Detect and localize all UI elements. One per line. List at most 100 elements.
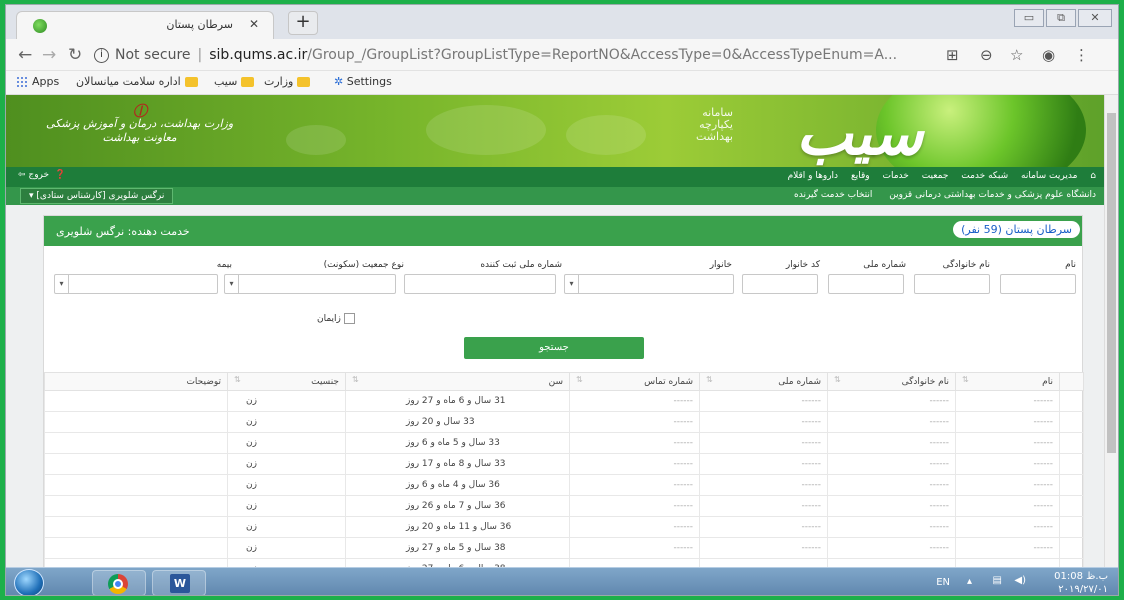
info-icon[interactable]: i xyxy=(94,47,109,63)
address-bar[interactable]: i Not secure | sib.qums.ac.ir/Group_/GroupL… xyxy=(94,44,934,66)
menu-item[interactable]: خدمات xyxy=(883,171,909,181)
sort-icon[interactable]: ⇅ xyxy=(834,375,841,384)
university-selector[interactable]: دانشگاه علوم پزشکی و خدمات بهداشتی درمان… xyxy=(889,190,1096,200)
national-id-input[interactable] xyxy=(828,274,904,294)
tab-title: سرطان پستان xyxy=(166,18,233,31)
column-header[interactable]: توضیحات xyxy=(44,372,228,391)
clock[interactable]: 01:08 ب.ظ ۲۰۱۹/۲۷/۰۱ xyxy=(1036,570,1108,595)
table-row[interactable]: ------------------------38 سال و 6 ماه و… xyxy=(44,558,1084,567)
close-window-button[interactable]: ✕ xyxy=(1078,9,1112,27)
childbirth-checkbox[interactable]: زایمان xyxy=(317,313,355,324)
main-menu: ⌂ مدیریت سامانه شبکه خدمت جمعیت خدمات وق… xyxy=(6,167,1106,187)
restore-button[interactable]: ⧉ xyxy=(1046,9,1076,27)
translate-icon[interactable]: ⊞ xyxy=(946,46,959,64)
column-header[interactable]: نام خانوادگی ⇅ xyxy=(827,372,956,391)
column-header[interactable]: نام ⇅ xyxy=(955,372,1060,391)
name-input[interactable] xyxy=(1000,274,1076,294)
ministry-logo: ⦶ وزارت بهداشت، درمان و آموزش پزشکی معاو… xyxy=(46,98,234,144)
profile-icon[interactable]: ◉ xyxy=(1042,46,1055,64)
home-icon[interactable]: ⌂ xyxy=(1090,171,1096,181)
taskbar-word-button[interactable]: W xyxy=(152,570,206,595)
sort-icon[interactable]: ⇅ xyxy=(706,375,713,384)
age-cell: 33 سال و 20 روز xyxy=(345,411,570,433)
household-code-input[interactable] xyxy=(742,274,818,294)
column-header[interactable]: سن ⇅ xyxy=(345,372,570,391)
volume-icon[interactable]: ◀) xyxy=(1014,575,1026,586)
search-button[interactable]: جستجو xyxy=(464,337,644,359)
row-select-cell xyxy=(1059,453,1084,475)
phone-cell: ------ xyxy=(569,453,700,475)
user-role-selector[interactable]: نرگس شلویری [کارشناس ستادی] ▾ xyxy=(20,188,174,204)
bookmark-item[interactable]: اداره سلامت میانسالان xyxy=(76,75,198,88)
new-tab-button[interactable]: + xyxy=(288,11,318,35)
table-row[interactable]: ------ ------ ------ ------ 33 سال و 8 ماه و… xyxy=(44,453,1084,475)
age-cell: 38 سال و 6 ماه و 27 روز xyxy=(345,558,570,567)
select-provider-link[interactable]: انتخاب خدمت گیرنده xyxy=(794,190,872,200)
table-row[interactable]: ------ ------ ------ ------ 33 سال و 5 ماه و… xyxy=(44,432,1084,454)
provider-label: خدمت دهنده: نرگس شلویری xyxy=(56,225,190,238)
column-header[interactable]: شماره تماس ⇅ xyxy=(569,372,700,391)
taskbar-chrome-button[interactable] xyxy=(92,570,146,595)
help-icon[interactable]: ❓ xyxy=(55,170,66,180)
age-cell: 38 سال و 5 ماه و 27 روز xyxy=(345,537,570,559)
national-id-cell: ------ xyxy=(699,474,828,496)
browser-tab[interactable]: سرطان پستان ✕ xyxy=(16,11,274,39)
apps-bookmark[interactable]: Apps xyxy=(16,75,59,88)
exit-link[interactable]: ❓ خروج ⇦ xyxy=(18,170,66,180)
menu-item[interactable]: وقایع xyxy=(851,171,870,181)
gender-cell: زن xyxy=(227,411,346,433)
forward-arrow-icon[interactable]: → xyxy=(42,45,56,65)
zoom-icon[interactable]: ⊖ xyxy=(980,46,993,64)
word-icon: W xyxy=(170,574,190,593)
family-cell: ------ xyxy=(827,495,956,517)
table-row[interactable]: ------ ------ ------ ------ 33 سال و 20 روز ز… xyxy=(44,411,1084,433)
phone-cell: ------ xyxy=(569,516,700,538)
scrollbar-thumb[interactable] xyxy=(1107,113,1116,453)
reload-icon[interactable]: ↻ xyxy=(68,45,82,65)
gender-cell: زن xyxy=(227,453,346,475)
menu-item[interactable]: داروها و اقلام xyxy=(788,171,839,181)
insurance-select[interactable]: ▾ xyxy=(54,274,218,294)
national-id-cell: ------ xyxy=(699,516,828,538)
column-header[interactable]: شماره ملی ⇅ xyxy=(699,372,828,391)
minimize-button[interactable]: ▭ xyxy=(1014,9,1044,27)
table-row[interactable]: ------ ------ ------ ------ 36 سال و 11 ماه … xyxy=(44,516,1084,538)
table-row[interactable]: ------ ------ ------ ------ 38 سال و 5 ماه و… xyxy=(44,537,1084,559)
row-select-cell xyxy=(1059,516,1084,538)
menu-item[interactable]: جمعیت xyxy=(922,171,949,181)
gender-cell: زن xyxy=(227,537,346,559)
household-label: خانوار xyxy=(709,260,732,270)
sort-icon[interactable]: ⇅ xyxy=(352,375,359,384)
table-row[interactable]: ------ ------ ------ ------ 31 سال و 6 ماه و… xyxy=(44,390,1084,412)
family-cell: ------ xyxy=(827,474,956,496)
menu-kebab-icon[interactable]: ⋮ xyxy=(1074,46,1089,64)
menu-item[interactable]: مدیریت سامانه xyxy=(1021,171,1077,181)
language-indicator[interactable]: EN xyxy=(936,577,950,588)
household-select[interactable]: ▾ xyxy=(564,274,734,294)
column-header[interactable]: جنسیت ⇅ xyxy=(227,372,346,391)
bookmark-star-icon[interactable]: ☆ xyxy=(1010,46,1023,64)
family-cell: ------ xyxy=(827,432,956,454)
family-input[interactable] xyxy=(914,274,990,294)
bookmark-item[interactable]: سیب xyxy=(214,75,255,88)
tab-close-icon[interactable]: ✕ xyxy=(249,17,259,31)
sort-icon[interactable]: ⇅ xyxy=(234,375,241,384)
tray-expand-icon[interactable]: ▴ xyxy=(967,576,972,587)
vertical-scrollbar[interactable] xyxy=(1104,95,1118,567)
start-button[interactable] xyxy=(14,569,44,595)
back-arrow-icon[interactable]: ← xyxy=(18,45,32,65)
sort-icon[interactable]: ⇅ xyxy=(962,375,969,384)
menu-item[interactable]: شبکه خدمت xyxy=(961,171,1008,181)
group-list-panel: خدمت دهنده: نرگس شلویری سرطان پستان (59 … xyxy=(43,215,1084,567)
settings-bookmark[interactable]: ✲ Settings xyxy=(334,75,392,88)
network-icon[interactable]: ▤ xyxy=(993,575,1002,586)
bookmark-item[interactable]: وزارت xyxy=(264,75,311,88)
table-row[interactable]: ------ ------ ------ ------ 36 سال و 4 ماه و… xyxy=(44,474,1084,496)
gender-cell: زن xyxy=(227,432,346,454)
registrar-id-input[interactable] xyxy=(404,274,556,294)
url-host: sib.qums.ac.ir xyxy=(209,47,308,63)
population-type-select[interactable]: ▾ xyxy=(224,274,396,294)
checkbox-box[interactable] xyxy=(343,313,355,324)
sort-icon[interactable]: ⇅ xyxy=(576,375,583,384)
table-row[interactable]: ------ ------ ------ ------ 36 سال و 7 ماه و… xyxy=(44,495,1084,517)
